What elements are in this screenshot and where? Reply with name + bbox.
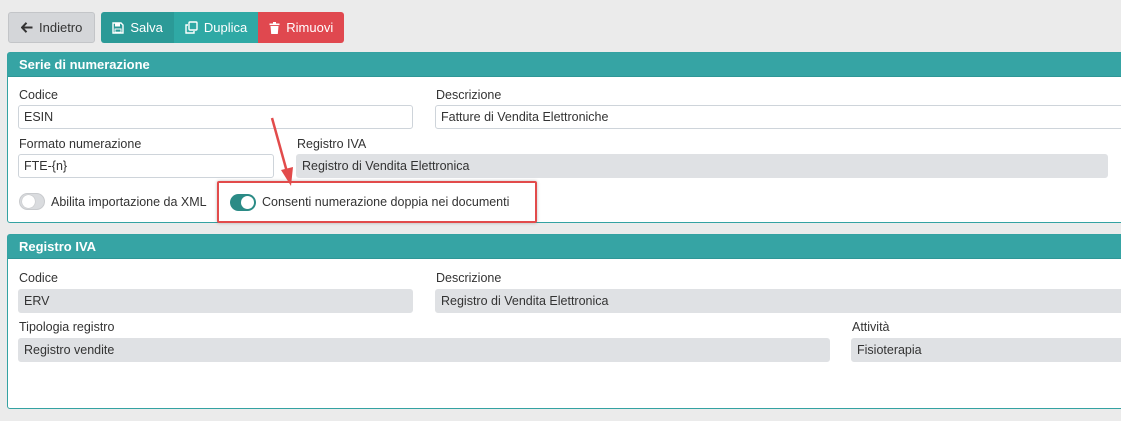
- vat-descrizione-label: Descrizione: [436, 271, 502, 285]
- tipologia-field: Registro vendite: [18, 338, 830, 362]
- vat-codice-field: ERV: [18, 289, 413, 313]
- xml-import-toggle[interactable]: [19, 193, 45, 210]
- save-button-label: Salva: [130, 20, 163, 35]
- save-button[interactable]: Salva: [101, 12, 174, 43]
- attivita-label: Attività: [852, 320, 890, 334]
- numbering-series-title: Serie di numerazione: [8, 53, 1121, 77]
- back-button[interactable]: Indietro: [8, 12, 96, 43]
- registro-iva-label: Registro IVA: [297, 137, 367, 151]
- action-button-group: Salva Duplica Rimuovi: [101, 12, 345, 43]
- vat-codice-label: Codice: [19, 271, 58, 285]
- back-button-label: Indietro: [39, 20, 83, 35]
- floppy-disk-icon: [112, 21, 125, 34]
- trash-icon: [269, 21, 280, 34]
- remove-button-label: Rimuovi: [286, 20, 334, 35]
- formato-input[interactable]: FTE-{n}: [18, 154, 274, 178]
- descrizione-input[interactable]: Fatture di Vendita Elettroniche: [435, 105, 1121, 129]
- registro-iva-field: Registro di Vendita Elettronica: [296, 154, 1108, 178]
- annotation-highlight-box: [217, 181, 537, 223]
- toolbar: Indietro Salva Duplica Rimuovi: [8, 12, 345, 43]
- duplicate-button[interactable]: Duplica: [173, 12, 259, 43]
- arrow-left-icon: [21, 22, 33, 33]
- codice-input[interactable]: ESIN: [18, 105, 413, 129]
- copy-icon: [185, 21, 198, 34]
- vat-register-panel: Registro IVA: [7, 234, 1121, 409]
- vat-register-title: Registro IVA: [8, 235, 1121, 259]
- tipologia-label: Tipologia registro: [19, 320, 115, 334]
- attivita-field: Fisioterapia: [851, 338, 1121, 362]
- formato-label: Formato numerazione: [19, 137, 142, 151]
- descrizione-label: Descrizione: [436, 88, 502, 102]
- codice-label: Codice: [19, 88, 58, 102]
- duplicate-button-label: Duplica: [203, 20, 248, 35]
- remove-button[interactable]: Rimuovi: [258, 12, 345, 43]
- xml-import-label: Abilita importazione da XML: [51, 195, 207, 209]
- toggle-knob: [22, 195, 35, 208]
- vat-descrizione-field: Registro di Vendita Elettronica: [435, 289, 1121, 313]
